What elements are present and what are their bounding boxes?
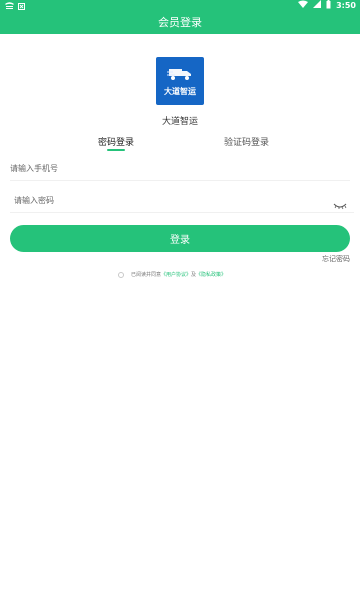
truck-icon [167, 69, 191, 80]
status-bar: 3:50 [0, 0, 360, 12]
page-title: 会员登录 [158, 16, 202, 29]
user-agreement-link[interactable]: 《用户协议》 [161, 271, 191, 278]
hide-password-icon[interactable] [333, 195, 347, 210]
status-right-icons: 3:50 [298, 0, 356, 12]
battery-icon [326, 0, 331, 13]
active-tab-indicator [107, 149, 125, 151]
forgot-password-link[interactable]: 忘记密码 [322, 254, 350, 264]
tab-code-login[interactable]: 验证码登录 [224, 135, 269, 148]
tab-password-login[interactable]: 密码登录 [98, 135, 134, 148]
login-button[interactable]: 登录 [10, 225, 350, 252]
agreement-checkbox[interactable] [118, 271, 124, 278]
agreement-row: 已阅读并同意 《用户协议》 及 《隐私政策》 [118, 271, 226, 278]
privacy-policy-link[interactable]: 《隐私政策》 [196, 271, 226, 278]
top-app-bar: 会员登录 [0, 12, 360, 34]
phone-input[interactable] [10, 156, 350, 181]
signal-icon [313, 0, 322, 12]
wifi-icon [298, 0, 309, 12]
app-logo: 大道智运 [156, 57, 204, 105]
agreement-prefix: 已阅读并同意 [131, 272, 162, 278]
password-input[interactable] [10, 188, 354, 213]
app-name: 大道智运 [161, 117, 198, 127]
logo-text: 大道智运 [164, 87, 196, 96]
clock: 3:50 [336, 1, 356, 10]
